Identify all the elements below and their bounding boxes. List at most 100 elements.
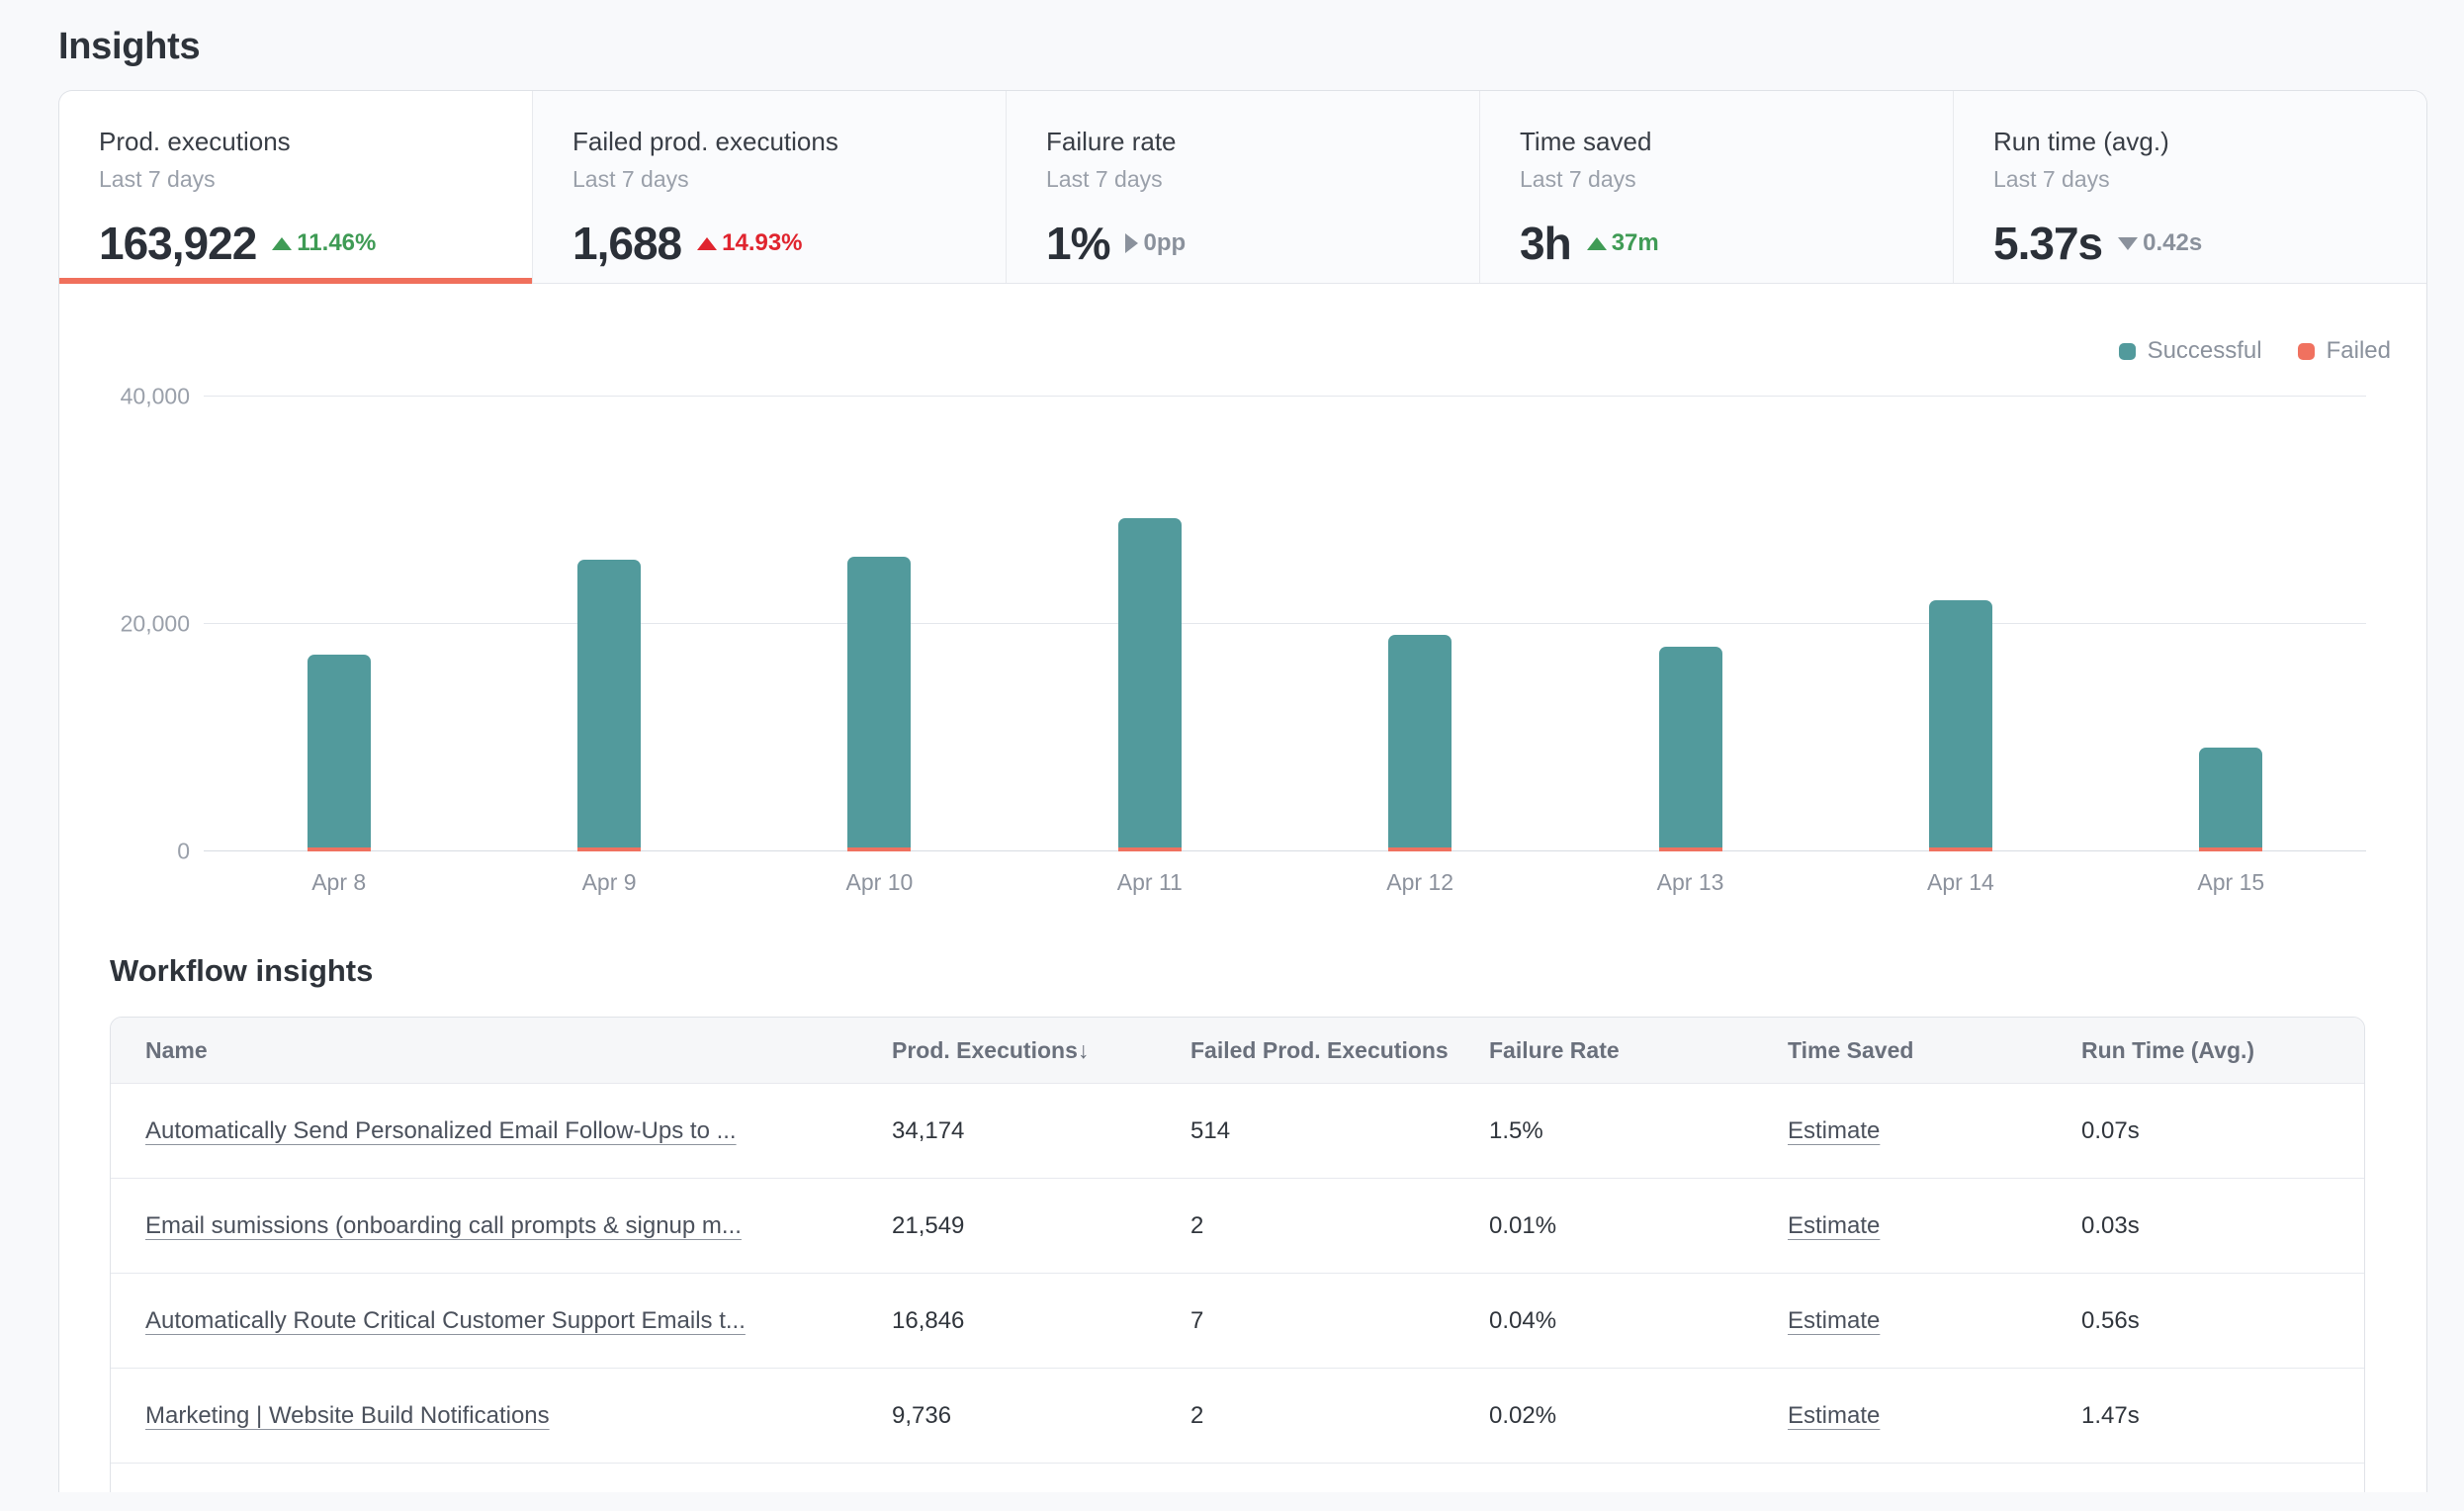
column-header-prod-executions[interactable]: Prod. Executions↓ — [892, 1037, 1190, 1064]
summary-cards-row: Prod. executionsLast 7 days163,92211.46%… — [59, 91, 2426, 284]
chart-column-apr-10 — [745, 397, 1014, 851]
failed-prod-executions-cell: 7 — [1190, 1307, 1489, 1335]
card-value: 163,922 — [99, 217, 256, 270]
bar-segment-successful — [2199, 748, 2262, 847]
legend-item-failed[interactable]: Failed — [2298, 337, 2391, 365]
bar-segment-failed — [308, 847, 371, 851]
card-delta: 11.46% — [272, 229, 376, 257]
summary-card-failed-prod-executions[interactable]: Failed prod. executionsLast 7 days1,6881… — [532, 91, 1006, 283]
bar-segment-successful — [1118, 518, 1182, 847]
time-saved-cell: Estimate — [1788, 1307, 2081, 1335]
chart-x-axis-labels: Apr 8Apr 9Apr 10Apr 11Apr 12Apr 13Apr 14… — [204, 869, 2366, 896]
card-value-row: 1%0pp — [1046, 217, 1479, 270]
bar-apr-12 — [1388, 635, 1452, 851]
x-axis-label: Apr 11 — [1014, 869, 1284, 896]
workflow-name-link[interactable]: Email sumissions (onboarding call prompt… — [145, 1212, 742, 1239]
summary-card-run-time-avg[interactable]: Run time (avg.)Last 7 days5.37s0.42s — [1953, 91, 2426, 283]
card-value-row: 1,68814.93% — [572, 217, 1006, 270]
bar-segment-failed — [1118, 847, 1182, 851]
bar-segment-failed — [1388, 847, 1452, 851]
bar-apr-11 — [1118, 518, 1182, 851]
table-row: Email sumissions (onboarding call prompt… — [111, 1178, 2364, 1273]
bar-segment-successful — [1929, 600, 1992, 847]
bar-apr-14 — [1929, 600, 1992, 851]
chart-column-apr-15 — [2096, 397, 2366, 851]
table-row: Marketing | Website Build Notifications 9… — [111, 1368, 2364, 1463]
table-row: Automatically Route Critical Customer Su… — [111, 1273, 2364, 1368]
run-time-avg-cell: 1.47s — [2081, 1402, 2364, 1430]
bar-chart: 020,00040,000 Apr 8Apr 9Apr 10Apr 11Apr … — [204, 397, 2366, 896]
bar-apr-10 — [847, 557, 911, 851]
failed-prod-executions-cell: 2 — [1190, 1402, 1489, 1430]
workflow-insights-heading: Workflow insights — [110, 953, 2426, 989]
estimate-link[interactable]: Estimate — [1788, 1307, 1880, 1334]
workflow-name-link[interactable]: Automatically Send Personalized Email Fo… — [145, 1117, 737, 1144]
chart-column-apr-14 — [1825, 397, 2095, 851]
prod-executions-cell: 9,736 — [892, 1402, 1190, 1430]
card-title: Failed prod. executions — [572, 127, 1006, 157]
summary-card-time-saved[interactable]: Time saved Last 7 days 3h37m — [1479, 91, 1953, 283]
legend-item-successful[interactable]: Successful — [2119, 337, 2262, 365]
trend-flat-icon — [1125, 233, 1138, 253]
estimate-link[interactable]: Estimate — [1788, 1117, 1880, 1144]
failure-rate-cell: 0.01% — [1489, 1212, 1788, 1240]
chart-column-apr-12 — [1285, 397, 1555, 851]
legend-swatch-icon — [2119, 343, 2136, 360]
column-header-failure-rate[interactable]: Failure Rate — [1489, 1037, 1788, 1064]
workflow-name-link[interactable]: Automatically Route Critical Customer Su… — [145, 1307, 746, 1334]
run-time-avg-cell: 0.03s — [2081, 1212, 2364, 1240]
insights-panel: Prod. executionsLast 7 days163,92211.46%… — [58, 90, 2427, 1492]
chart-column-apr-9 — [474, 397, 744, 851]
failed-prod-executions-cell: 514 — [1190, 1117, 1489, 1145]
bar-segment-successful — [1388, 635, 1452, 847]
workflow-name-link[interactable]: Marketing | Website Build Notifications — [145, 1402, 550, 1429]
card-value-row: 163,922 11.46% — [99, 217, 532, 270]
bar-apr-9 — [577, 560, 641, 851]
x-axis-label: Apr 9 — [474, 869, 744, 896]
card-delta-value: 14.93% — [722, 229, 802, 257]
x-axis-label: Apr 8 — [204, 869, 474, 896]
time-saved-cell: Estimate — [1788, 1117, 2081, 1145]
x-axis-label: Apr 12 — [1285, 869, 1555, 896]
card-subtitle: Last 7 days — [1520, 166, 1953, 193]
workflow-name-cell: Automatically Send Personalized Email Fo… — [111, 1117, 892, 1145]
legend-label: Failed — [2327, 337, 2391, 365]
chart-column-apr-13 — [1555, 397, 1825, 851]
time-saved-cell: Estimate — [1788, 1402, 2081, 1430]
summary-card-prod-executions[interactable]: Prod. executionsLast 7 days163,92211.46% — [59, 91, 532, 283]
trend-up-icon — [697, 237, 717, 250]
column-header-failed-prod-executions[interactable]: Failed Prod. Executions — [1190, 1037, 1489, 1064]
table-row: Automatically Send Personalized Email Fo… — [111, 1083, 2364, 1178]
card-value-row: 3h37m — [1520, 217, 1953, 270]
bar-segment-successful — [847, 557, 911, 847]
estimate-link[interactable]: Estimate — [1788, 1212, 1880, 1239]
card-subtitle: Last 7 days — [1993, 166, 2426, 193]
summary-card-failure-rate[interactable]: Failure rateLast 7 days1%0pp — [1006, 91, 1479, 283]
card-delta-value: 37m — [1612, 229, 1659, 257]
failure-rate-cell: 1.5% — [1489, 1117, 1788, 1145]
bar-segment-successful — [577, 560, 641, 847]
column-header-name[interactable]: Name — [111, 1037, 892, 1064]
estimate-link[interactable]: Estimate — [1788, 1402, 1880, 1429]
bar-segment-failed — [1929, 847, 1992, 851]
bar-segment-successful — [1659, 647, 1722, 847]
column-header-run-time-avg[interactable]: Run Time (Avg.) — [2081, 1037, 2364, 1064]
prod-executions-cell: 21,549 — [892, 1212, 1190, 1240]
card-delta-value: 0.42s — [2143, 229, 2202, 257]
card-delta: 0pp — [1125, 229, 1186, 257]
bar-segment-failed — [2199, 847, 2262, 851]
card-delta: 14.93% — [697, 229, 802, 257]
page-header: Insights — [0, 0, 2464, 90]
chart-columns — [204, 397, 2366, 851]
prod-executions-cell: 34,174 — [892, 1117, 1190, 1145]
bar-segment-successful — [308, 655, 371, 847]
workflow-name-cell: Email sumissions (onboarding call prompt… — [111, 1212, 892, 1240]
chart-plot-area: 020,00040,000 — [204, 397, 2366, 851]
column-header-time-saved[interactable]: Time Saved — [1788, 1037, 2081, 1064]
card-title: Time saved — [1520, 127, 1953, 157]
chart-column-apr-11 — [1014, 397, 1284, 851]
bar-apr-8 — [308, 655, 371, 851]
trend-up-icon — [1587, 237, 1607, 250]
failure-rate-cell: 0.04% — [1489, 1307, 1788, 1335]
table-row-partial — [111, 1463, 2364, 1492]
